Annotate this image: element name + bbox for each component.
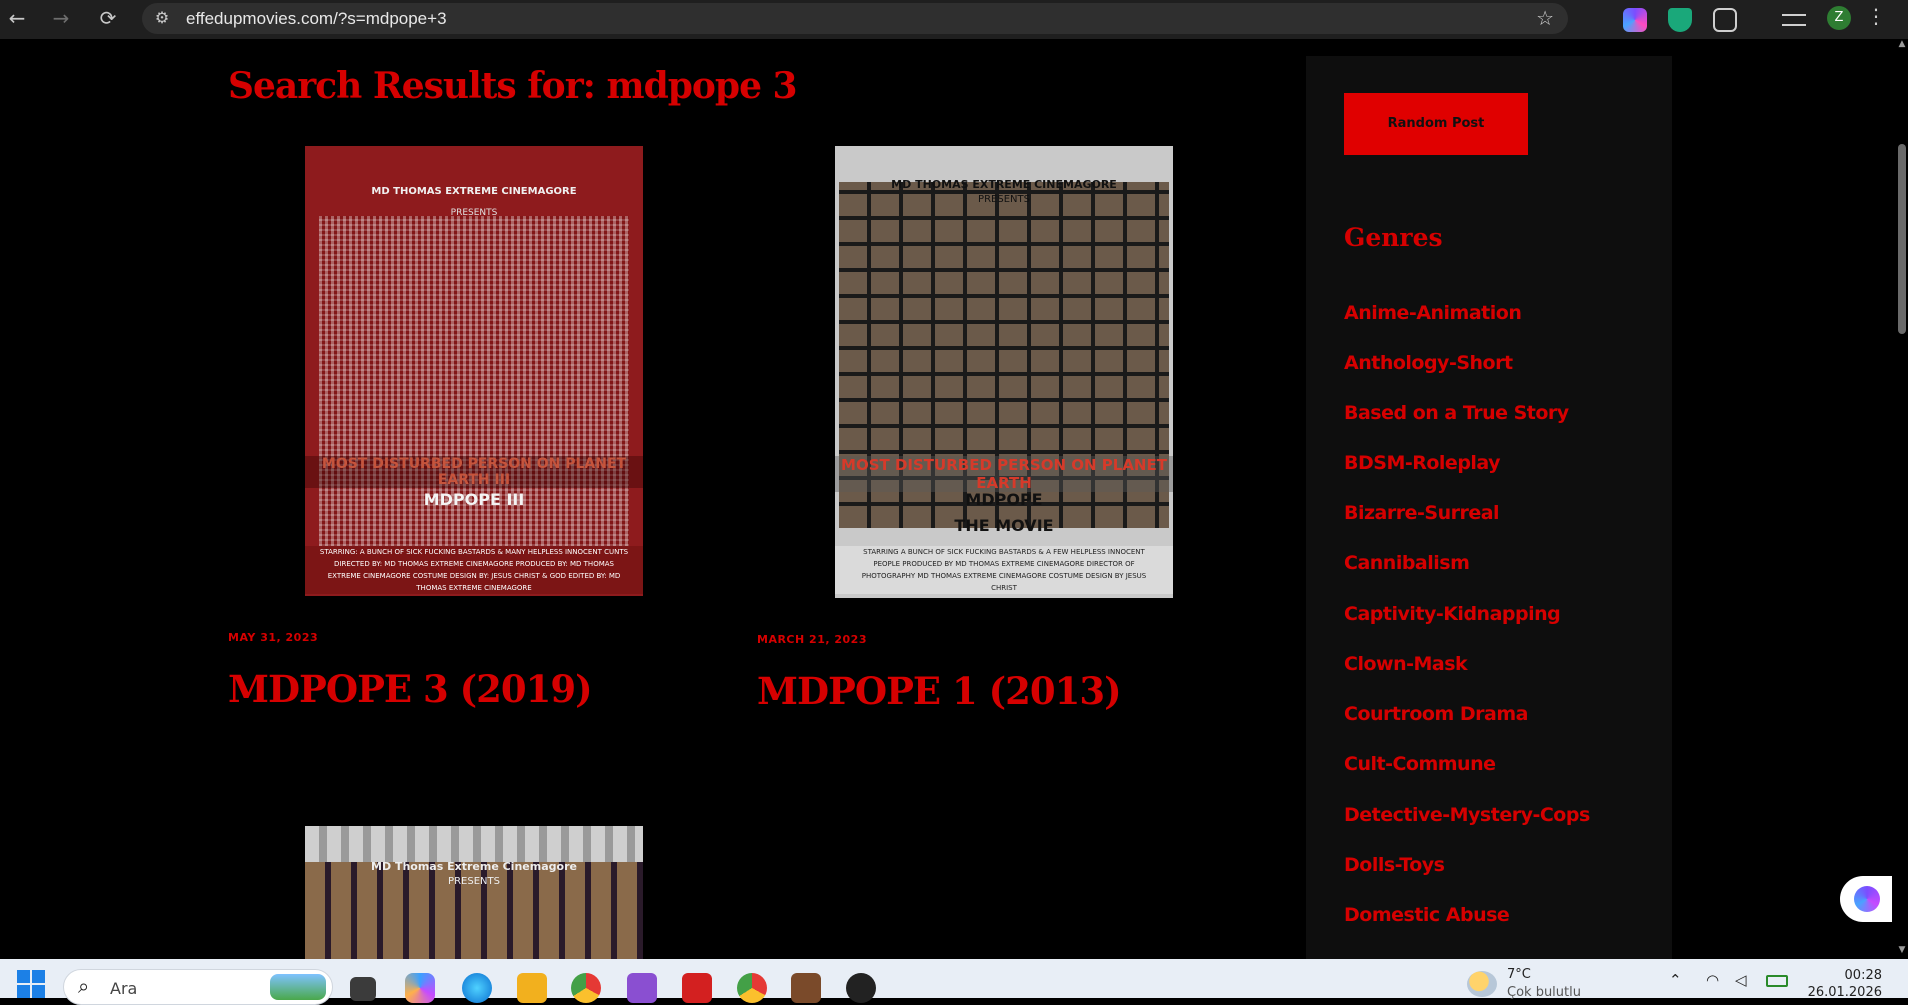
battery-icon[interactable] bbox=[1766, 975, 1788, 987]
bookmark-star-icon[interactable]: ☆ bbox=[1536, 3, 1554, 34]
genre-link[interactable]: Clown-Mask bbox=[1344, 653, 1468, 675]
clock-date: 26.01.2026 bbox=[1807, 985, 1882, 1000]
url-text[interactable]: effedupmovies.com/?s=mdpope+3 bbox=[186, 3, 447, 34]
page-content: Search Results for: mdpope 3 MD THOMAS E… bbox=[0, 39, 1896, 959]
floating-assistant-button[interactable] bbox=[1840, 876, 1892, 922]
poster-subtitle-2: THE MOVIE bbox=[954, 516, 1054, 535]
genre-link[interactable]: Domestic Abuse bbox=[1344, 904, 1510, 926]
genre-link[interactable]: Detective-Mystery-Cops bbox=[1344, 804, 1590, 826]
post-thumbnail-partial[interactable]: MD Thomas Extreme Cinemagore PRESENTS bbox=[305, 826, 643, 959]
scroll-thumb[interactable] bbox=[1898, 144, 1906, 334]
poster-line1: MD THOMAS EXTREME CINEMAGORE bbox=[371, 186, 577, 197]
poster-line2: PRESENTS bbox=[450, 208, 498, 218]
chrome-app-icon[interactable] bbox=[571, 973, 601, 1003]
taskbar-search[interactable]: ⌕ Ara bbox=[63, 969, 333, 1005]
genre-link[interactable]: Dolls-Toys bbox=[1344, 854, 1445, 876]
poster-subtitle: MDPOPE bbox=[965, 490, 1043, 509]
genres-heading: Genres bbox=[1344, 223, 1443, 252]
chrome-profile-app-icon[interactable] bbox=[737, 973, 767, 1003]
windows-start-icon[interactable] bbox=[17, 970, 45, 998]
snipping-tool-icon[interactable] bbox=[627, 973, 657, 1003]
poster-line2: PRESENTS bbox=[978, 194, 1030, 205]
media-player-icon[interactable] bbox=[846, 973, 876, 1003]
edge-app-icon[interactable] bbox=[462, 973, 492, 1003]
extension-copilot-icon[interactable] bbox=[1623, 8, 1647, 32]
genre-link[interactable]: Captivity-Kidnapping bbox=[1344, 603, 1561, 625]
extensions-puzzle-icon[interactable] bbox=[1713, 8, 1737, 32]
genre-link[interactable]: Bizarre-Surreal bbox=[1344, 502, 1500, 524]
reload-icon[interactable]: ⟳ bbox=[93, 0, 123, 39]
taskbar-search-placeholder: Ara bbox=[110, 979, 138, 998]
post-thumbnail-mdpope-1[interactable]: MD THOMAS EXTREME CINEMAGORE PRESENTS MO… bbox=[835, 146, 1173, 598]
genre-link[interactable]: Cannibalism bbox=[1344, 552, 1470, 574]
poster-subtitle: MDPOPE III bbox=[423, 490, 525, 509]
taskbar-clock[interactable]: 00:28 26.01.2026 bbox=[1802, 967, 1882, 1001]
flash-app-icon[interactable] bbox=[682, 973, 712, 1003]
address-bar[interactable]: ⚙ effedupmovies.com/?s=mdpope+3 ☆ bbox=[142, 3, 1568, 34]
poster-line1: MD THOMAS EXTREME CINEMAGORE bbox=[891, 178, 1117, 191]
reading-list-icon[interactable] bbox=[1782, 14, 1806, 26]
profile-avatar[interactable]: Z bbox=[1827, 6, 1851, 30]
volume-icon[interactable]: ◁ bbox=[1735, 971, 1747, 989]
post-title-link[interactable]: MDPOPE 1 (2013) bbox=[757, 669, 1122, 713]
scroll-down-icon[interactable]: ▼ bbox=[1896, 945, 1908, 955]
scroll-up-icon[interactable]: ▲ bbox=[1896, 39, 1908, 49]
browser-menu-icon[interactable]: ⋮ bbox=[1866, 4, 1886, 28]
poster-tagline: MOST DISTURBED PERSON ON PLANET EARTH II… bbox=[305, 456, 643, 488]
sidebar: Random Post Genres Anime-Animation Antho… bbox=[1306, 56, 1672, 959]
genre-link[interactable]: Based on a True Story bbox=[1344, 402, 1569, 424]
poster-collage-top bbox=[305, 826, 643, 862]
extension-shield-icon[interactable] bbox=[1668, 8, 1692, 32]
site-info-icon[interactable]: ⚙ bbox=[152, 3, 172, 34]
wifi-icon[interactable]: ◠ bbox=[1706, 971, 1719, 989]
windows-taskbar: ⌕ Ara 7°C Çok bulutlu ⌃ ◠ ◁ 00:28 26.01.… bbox=[0, 959, 1908, 1005]
game-app-icon[interactable] bbox=[791, 973, 821, 1003]
search-highlight-image bbox=[270, 974, 326, 1000]
poster-line2: PRESENTS bbox=[448, 876, 500, 887]
search-results-heading: Search Results for: mdpope 3 bbox=[228, 65, 798, 107]
back-icon[interactable]: ← bbox=[2, 0, 32, 39]
copilot-app-icon[interactable] bbox=[405, 973, 435, 1003]
forward-icon[interactable]: → bbox=[46, 0, 76, 39]
clock-time: 00:28 bbox=[1844, 968, 1882, 983]
random-post-button[interactable]: Random Post bbox=[1344, 93, 1528, 155]
file-explorer-icon[interactable] bbox=[517, 973, 547, 1003]
post-date: March 21, 2023 bbox=[757, 633, 867, 646]
browser-toolbar: ← → ⟳ ⚙ effedupmovies.com/?s=mdpope+3 ☆ … bbox=[0, 0, 1908, 39]
page-scrollbar[interactable]: ▲ ▼ bbox=[1896, 39, 1908, 959]
task-view-icon[interactable] bbox=[350, 977, 376, 1001]
assistant-brain-icon bbox=[1854, 886, 1880, 912]
post-title-link[interactable]: MDPOPE 3 (2019) bbox=[228, 667, 593, 711]
post-date: May 31, 2023 bbox=[228, 631, 319, 644]
poster-credits: STARRING A BUNCH OF SICK FUCKING BASTARD… bbox=[835, 546, 1173, 594]
weather-temperature[interactable]: 7°C bbox=[1507, 967, 1531, 982]
post-thumbnail-mdpope-3[interactable]: MD THOMAS EXTREME CINEMAGORE PRESENTS MO… bbox=[305, 146, 643, 596]
search-icon: ⌕ bbox=[78, 974, 90, 998]
poster-credits: STARRING: A BUNCH OF SICK FUCKING BASTAR… bbox=[305, 546, 643, 594]
genre-link[interactable]: Anime-Animation bbox=[1344, 302, 1522, 324]
weather-icon[interactable] bbox=[1467, 971, 1497, 997]
tray-overflow-chevron-icon[interactable]: ⌃ bbox=[1669, 971, 1682, 989]
poster-tagline: MOST DISTURBED PERSON ON PLANET EARTH bbox=[835, 456, 1173, 492]
genre-link[interactable]: Anthology-Short bbox=[1344, 352, 1513, 374]
genre-link[interactable]: Courtroom Drama bbox=[1344, 703, 1528, 725]
genre-link[interactable]: Cult-Commune bbox=[1344, 753, 1496, 775]
genre-link[interactable]: BDSM-Roleplay bbox=[1344, 452, 1501, 474]
poster-line1: MD Thomas Extreme Cinemagore bbox=[371, 860, 577, 873]
